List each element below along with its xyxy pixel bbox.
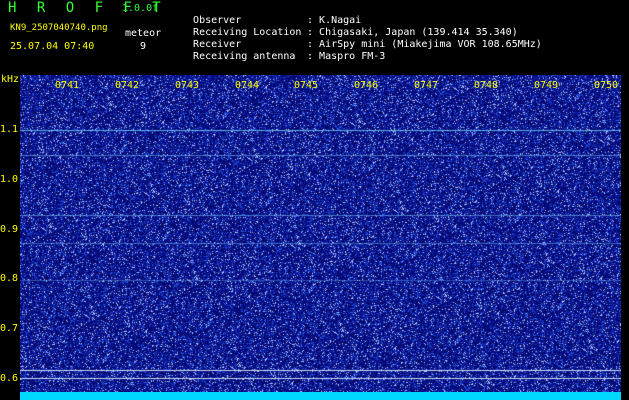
y-tick-label: 0.9 xyxy=(0,224,19,235)
time-tick-label: 0741 xyxy=(55,80,80,91)
timestamp-label: 25.07.04 07:40 xyxy=(10,41,95,52)
time-tick-label: 0750 xyxy=(594,80,619,91)
time-tick-label: 0748 xyxy=(474,80,499,91)
info-separator: : xyxy=(307,51,314,62)
y-tick-label: 0.6 xyxy=(0,373,19,384)
y-tick-label: 0.7 xyxy=(0,323,19,334)
y-axis-unit: kHz xyxy=(1,74,20,85)
meteor-count: 9 xyxy=(140,41,147,52)
meteor-label: meteor xyxy=(125,28,162,39)
time-tick-label: 0742 xyxy=(115,80,140,91)
filename-label: KN9_2507040740.png xyxy=(10,23,108,33)
time-tick-label: 0745 xyxy=(294,80,319,91)
time-tick-label: 0746 xyxy=(354,80,379,91)
y-tick-label: 1.0 xyxy=(0,174,19,185)
time-tick-label: 0744 xyxy=(235,80,260,91)
time-tick-label: 0747 xyxy=(414,80,439,91)
time-tick-label: 0749 xyxy=(534,80,559,91)
info-value: Maspro FM-3 xyxy=(319,51,386,62)
info-key: Receiving antenna xyxy=(193,51,296,62)
version-label: 1.0.0f xyxy=(122,3,159,14)
bottom-signal-bar xyxy=(20,392,621,400)
spectrogram-plot xyxy=(20,75,621,400)
spectrogram-canvas xyxy=(20,75,621,400)
info-row-antenna: Receiving antenna: Maspro FM-3 xyxy=(181,39,385,63)
time-tick-label: 0743 xyxy=(175,80,200,91)
y-tick-label: 1.1 xyxy=(0,124,19,135)
y-tick-label: 0.8 xyxy=(0,273,19,284)
